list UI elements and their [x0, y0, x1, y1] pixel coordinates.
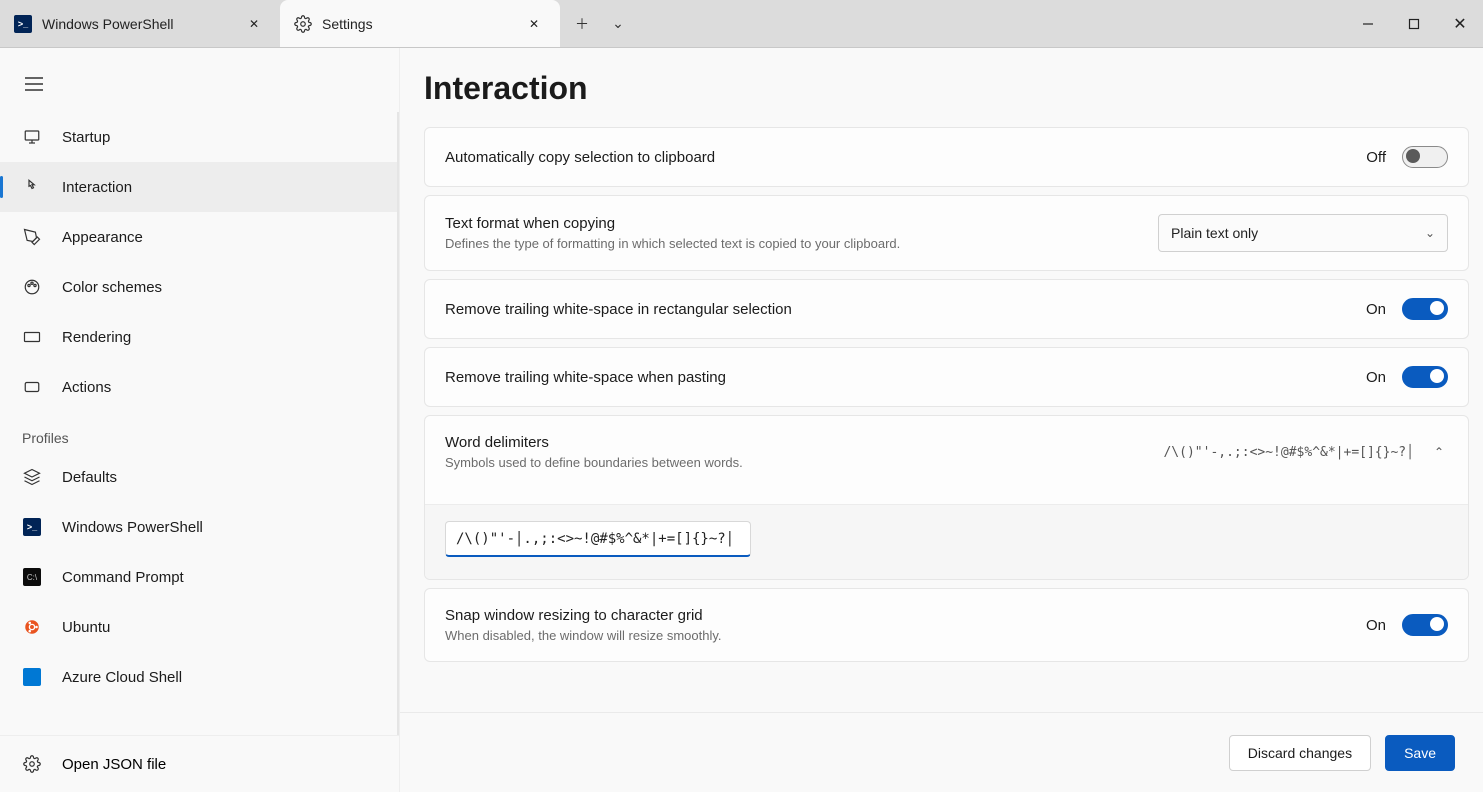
- nav-label: Command Prompt: [62, 569, 184, 586]
- sidebar-item-startup[interactable]: Startup: [0, 112, 397, 162]
- sidebar-item-appearance[interactable]: Appearance: [0, 212, 397, 262]
- close-tab-icon[interactable]: ✕: [522, 12, 546, 36]
- startup-icon: [22, 127, 42, 147]
- sidebar-item-color-schemes[interactable]: Color schemes: [0, 262, 397, 312]
- powershell-icon: >_: [22, 517, 42, 537]
- page-title: Interaction: [400, 48, 1483, 127]
- toggle-state-text: On: [1366, 369, 1386, 386]
- setting-label: Text format when copying: [445, 215, 1142, 232]
- word-delimiters-preview: /\()"'-,.;:<>~!@#$%^&*|+=[]{}~?│: [1163, 445, 1413, 460]
- rendering-icon: [22, 327, 42, 347]
- sidebar-profile-ubuntu[interactable]: Ubuntu: [0, 602, 397, 652]
- sidebar-item-actions[interactable]: Actions: [0, 362, 397, 412]
- nav-label: Open JSON file: [62, 756, 166, 773]
- setting-label: Word delimiters: [445, 434, 1147, 451]
- chevron-up-icon: ⌃: [1430, 445, 1448, 459]
- setting-description: Defines the type of formatting in which …: [445, 236, 1142, 251]
- azure-icon: [22, 667, 42, 687]
- interaction-icon: [22, 177, 42, 197]
- nav-label: Startup: [62, 129, 110, 146]
- select-value: Plain text only: [1171, 225, 1258, 241]
- actions-icon: [22, 377, 42, 397]
- maximize-button[interactable]: [1391, 0, 1437, 47]
- new-tab-button[interactable]: ＋: [560, 0, 604, 47]
- tab-label: Settings: [322, 16, 512, 32]
- setting-header[interactable]: Word delimiters Symbols used to define b…: [425, 416, 1468, 488]
- toggle-state-text: Off: [1366, 149, 1386, 166]
- setting-label: Remove trailing white-space in rectangul…: [445, 301, 1350, 318]
- powershell-icon: >_: [14, 15, 32, 33]
- open-json-file[interactable]: Open JSON file: [0, 736, 399, 792]
- tab-label: Windows PowerShell: [42, 16, 232, 32]
- save-button[interactable]: Save: [1385, 735, 1455, 771]
- ubuntu-icon: [22, 617, 42, 637]
- command-prompt-icon: C:\: [22, 567, 42, 587]
- titlebar-spacer: [632, 0, 1345, 47]
- toggle-auto-copy[interactable]: [1402, 146, 1448, 168]
- chevron-down-icon: ⌄: [1425, 226, 1435, 240]
- setting-label: Snap window resizing to character grid: [445, 607, 1350, 624]
- setting-label: Automatically copy selection to clipboar…: [445, 149, 1350, 166]
- settings-cards[interactable]: Automatically copy selection to clipboar…: [400, 127, 1483, 712]
- toggle-trim-rectangular[interactable]: [1402, 298, 1448, 320]
- setting-auto-copy[interactable]: Automatically copy selection to clipboar…: [424, 127, 1469, 187]
- nav-label: Defaults: [62, 469, 117, 486]
- sidebar-item-interaction[interactable]: Interaction: [0, 162, 397, 212]
- setting-word-delimiters: Word delimiters Symbols used to define b…: [424, 415, 1469, 580]
- nav-label: Azure Cloud Shell: [62, 669, 182, 686]
- nav-label: Windows PowerShell: [62, 519, 203, 536]
- close-window-button[interactable]: ✕: [1437, 0, 1483, 47]
- toggle-state-text: On: [1366, 301, 1386, 318]
- nav-label: Interaction: [62, 179, 132, 196]
- toggle-snap-grid[interactable]: [1402, 614, 1448, 636]
- sidebar-profile-powershell[interactable]: >_ Windows PowerShell: [0, 502, 397, 552]
- sidebar-profile-azure[interactable]: Azure Cloud Shell: [0, 652, 397, 702]
- setting-description: When disabled, the window will resize sm…: [445, 628, 1350, 643]
- defaults-icon: [22, 467, 42, 487]
- nav-label: Ubuntu: [62, 619, 110, 636]
- nav-label: Actions: [62, 379, 111, 396]
- setting-label: Remove trailing white-space when pasting: [445, 369, 1350, 386]
- discard-changes-button[interactable]: Discard changes: [1229, 735, 1371, 771]
- nav-label: Appearance: [62, 229, 143, 246]
- sidebar-item-rendering[interactable]: Rendering: [0, 312, 397, 362]
- minimize-button[interactable]: [1345, 0, 1391, 47]
- nav-label: Color schemes: [62, 279, 162, 296]
- text-format-select[interactable]: Plain text only ⌄: [1158, 214, 1448, 252]
- sidebar-profile-command-prompt[interactable]: C:\ Command Prompt: [0, 552, 397, 602]
- titlebar: >_ Windows PowerShell ✕ Settings ✕ ＋ ⌄ ✕: [0, 0, 1483, 48]
- profiles-header: Profiles: [0, 412, 397, 452]
- word-delimiters-input[interactable]: [445, 521, 751, 557]
- setting-trim-paste[interactable]: Remove trailing white-space when pasting…: [424, 347, 1469, 407]
- footer: Discard changes Save: [400, 712, 1483, 792]
- tab-powershell[interactable]: >_ Windows PowerShell ✕: [0, 0, 280, 47]
- tab-settings[interactable]: Settings ✕: [280, 0, 560, 47]
- appearance-icon: [22, 227, 42, 247]
- sidebar: Startup Interaction Appearance Color sch…: [0, 48, 400, 792]
- hamburger-button[interactable]: [14, 64, 54, 104]
- toggle-state-text: On: [1366, 617, 1386, 634]
- main: Interaction Automatically copy selection…: [400, 48, 1483, 792]
- sidebar-profile-defaults[interactable]: Defaults: [0, 452, 397, 502]
- gear-icon: [294, 15, 312, 33]
- setting-description: Symbols used to define boundaries betwee…: [445, 455, 1147, 470]
- gear-icon: [22, 754, 42, 774]
- setting-text-format[interactable]: Text format when copying Defines the typ…: [424, 195, 1469, 271]
- color-schemes-icon: [22, 277, 42, 297]
- nav-label: Rendering: [62, 329, 131, 346]
- setting-trim-rectangular[interactable]: Remove trailing white-space in rectangul…: [424, 279, 1469, 339]
- setting-snap-grid[interactable]: Snap window resizing to character grid W…: [424, 588, 1469, 662]
- close-tab-icon[interactable]: ✕: [242, 12, 266, 36]
- toggle-trim-paste[interactable]: [1402, 366, 1448, 388]
- new-tab-dropdown[interactable]: ⌄: [604, 0, 632, 47]
